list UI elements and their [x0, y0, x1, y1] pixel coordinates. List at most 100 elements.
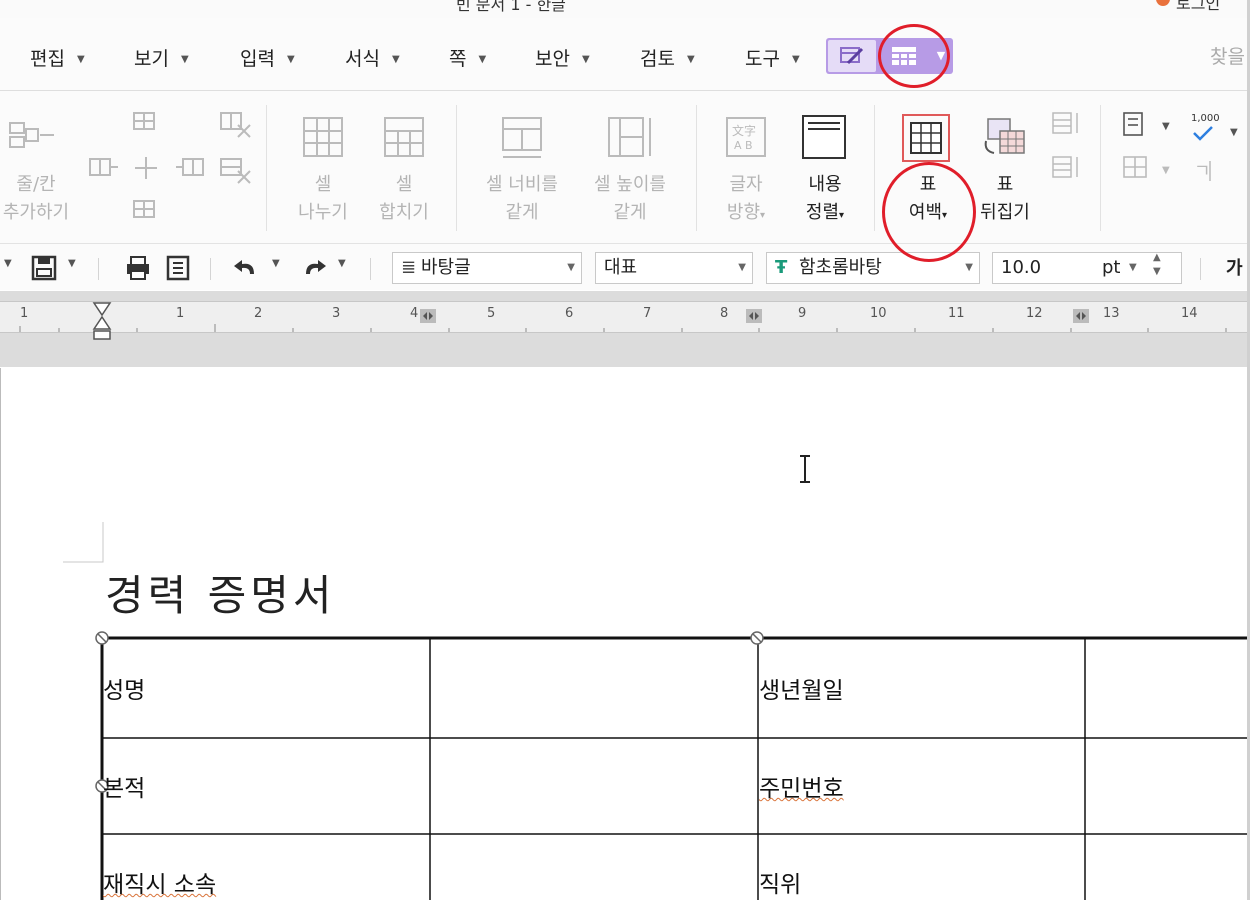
table-flip-icon[interactable]: [980, 115, 1030, 161]
chevron-down-icon[interactable]: ▼: [272, 258, 280, 269]
number-format-icon[interactable]: ▼ ㄱ: [1190, 123, 1246, 193]
menu-format[interactable]: 서식 ▼: [345, 44, 400, 70]
format-toolbar: ▼ ▼ ▼ ▼ ≣ 바탕글 ▼ 대표 ▼ Ŧ 함초롬바탕 ▼ 10.0 pt ▼ ▲ ▼ 가: [0, 244, 1250, 290]
cell-label-domicile[interactable]: 본적: [103, 769, 145, 803]
equal-height-icon[interactable]: [606, 115, 654, 161]
merge-cell-label: 셀 합치기: [379, 174, 429, 223]
indent-marker-icon[interactable]: [92, 301, 112, 341]
menu-label: 도구: [745, 48, 780, 70]
menu-insert[interactable]: 입력 ▼: [240, 44, 295, 70]
page-margin-corner: [63, 522, 104, 563]
cell-label-position[interactable]: 직위: [759, 865, 801, 899]
column-marker-icon[interactable]: [746, 309, 762, 323]
menu-label: 서식: [345, 48, 380, 70]
text-cursor-icon: [800, 455, 810, 483]
language-select-value: 대표: [604, 257, 638, 278]
chevron-down-icon: ▼: [965, 262, 973, 273]
text-direction-label[interactable]: 글자 방향▾: [714, 171, 778, 230]
document-title[interactable]: 경력 증명서: [105, 562, 336, 623]
menu-label: 보안: [535, 48, 570, 70]
chevron-down-icon[interactable]: ▼: [1129, 253, 1137, 283]
toolbar-separator: [1200, 258, 1201, 280]
chevron-down-icon[interactable]: ▼: [4, 258, 12, 269]
chevron-down-icon: ▼: [180, 54, 189, 65]
horizontal-ruler: 1 1 2 3 4 5 6 7 8 9 10 11 12 13 14: [0, 291, 1250, 367]
svg-text:ㄱ: ㄱ: [1194, 161, 1211, 182]
chevron-down-icon[interactable]: ▼: [68, 258, 76, 269]
chevron-down-icon: ▼: [567, 262, 575, 273]
chevron-down-icon: ▼: [391, 54, 400, 65]
login-link[interactable]: 로그인: [1176, 0, 1220, 14]
menu-bar: 편집 ▼ 보기 ▼ 입력 ▼ 서식 ▼ 쪽 ▼ 보안 ▼ 검토 ▼ 도구 ▼ ▼ 찾을: [0, 18, 1250, 91]
svg-text:▼: ▼: [1162, 121, 1170, 132]
font-size-value: 10.0: [1001, 257, 1042, 278]
font-size-unit: pt: [1102, 257, 1121, 278]
highlight-circle-table-margin: [882, 162, 976, 262]
menu-label: 보기: [134, 48, 169, 70]
save-icon[interactable]: [30, 254, 58, 282]
merge-cell-icon[interactable]: [382, 115, 426, 159]
equal-height-label: 셀 높이를 같게: [594, 174, 666, 223]
cell-label-birthdate[interactable]: 생년월일: [759, 671, 844, 705]
language-select[interactable]: 대표 ▼: [595, 252, 753, 284]
chevron-down-icon[interactable]: ▼: [338, 258, 346, 269]
tab-drawing[interactable]: [828, 40, 876, 72]
ribbon-separator: [266, 105, 267, 231]
redo-icon[interactable]: [298, 256, 328, 280]
cell-label-department[interactable]: 재직시 소속: [103, 865, 216, 899]
career-certificate-table[interactable]: [1, 630, 1250, 900]
menu-security[interactable]: 보안 ▼: [535, 44, 590, 70]
user-avatar-icon[interactable]: [1156, 0, 1170, 6]
row-height-icons[interactable]: [1050, 109, 1084, 185]
caption-and-cell-icons[interactable]: ▼ ▼: [1120, 109, 1176, 185]
toolbar-separator: [210, 258, 211, 280]
print-preview-icon[interactable]: [164, 254, 192, 282]
ribbon-separator: [456, 105, 457, 231]
equal-width-label: 셀 너비를 같게: [486, 174, 558, 223]
chevron-down-icon: ▼: [478, 54, 487, 65]
ribbon-separator: [874, 105, 875, 231]
menu-page[interactable]: 쪽 ▼: [449, 44, 487, 70]
table-flip-label[interactable]: 표 뒤집기: [968, 171, 1042, 227]
highlight-circle-table-tab: [878, 24, 950, 88]
column-marker-icon[interactable]: [420, 309, 436, 323]
search-field-label[interactable]: 찾을: [1210, 42, 1245, 69]
menu-review[interactable]: 검토 ▼: [640, 44, 695, 70]
font-size-stepper[interactable]: ▲ ▼: [1153, 251, 1161, 279]
svg-text:▼: ▼: [1230, 127, 1238, 138]
cell-insert-delete-icons[interactable]: [88, 107, 258, 227]
column-marker-icon[interactable]: [1073, 309, 1089, 323]
window-title-bar: 빈 문서 1 - 한글 로그인: [0, 0, 1250, 18]
row-col-add-label: 줄/칸 추가하기: [2, 174, 70, 223]
menu-label: 입력: [240, 48, 275, 70]
style-select[interactable]: ≣ 바탕글 ▼: [392, 252, 582, 284]
bold-button[interactable]: 가: [1226, 254, 1243, 280]
menu-edit[interactable]: 편집 ▼: [30, 44, 85, 70]
document-area[interactable]: 경력 증명서 성명 생년월일 본적 주민번호 재직시 소속 직위: [0, 368, 1250, 900]
table-margin-icon[interactable]: [901, 113, 951, 163]
text-direction-icon[interactable]: 文字 A B: [724, 115, 770, 161]
content-align-label[interactable]: 내용 정렬▾: [790, 171, 860, 230]
equal-width-icon[interactable]: [500, 115, 546, 161]
chevron-down-icon: ▼: [286, 54, 295, 65]
cell-label-resident-number[interactable]: 주민번호: [759, 769, 844, 803]
chevron-down-icon: ▼: [738, 262, 746, 273]
content-align-icon[interactable]: [800, 113, 848, 161]
chevron-down-icon: ▼: [581, 54, 590, 65]
chevron-down-icon: ▼: [791, 54, 800, 65]
menu-view[interactable]: 보기 ▼: [134, 44, 189, 70]
menu-label: 편집: [30, 48, 65, 70]
truetype-font-icon: Ŧ: [775, 257, 788, 278]
print-icon[interactable]: [124, 254, 152, 282]
svg-text:文字: 文字: [732, 123, 756, 138]
font-select-value: 함초롬바탕: [799, 257, 882, 278]
font-size-field[interactable]: 10.0 pt ▼ ▲ ▼: [992, 252, 1182, 284]
ribbon: 줄/칸 추가하기 셀 나누기 셀 합치기 셀 너비를 같게 셀 높이를 같게 文…: [0, 91, 1250, 244]
chevron-down-icon: ▼: [686, 54, 695, 65]
insert-row-col-icon[interactable]: [8, 119, 58, 155]
menu-tools[interactable]: 도구 ▼: [745, 44, 800, 70]
cell-label-name[interactable]: 성명: [103, 671, 145, 705]
undo-icon[interactable]: [232, 256, 262, 280]
split-cell-icon[interactable]: [301, 115, 345, 159]
window-title: 빈 문서 1 - 한글: [456, 0, 566, 14]
